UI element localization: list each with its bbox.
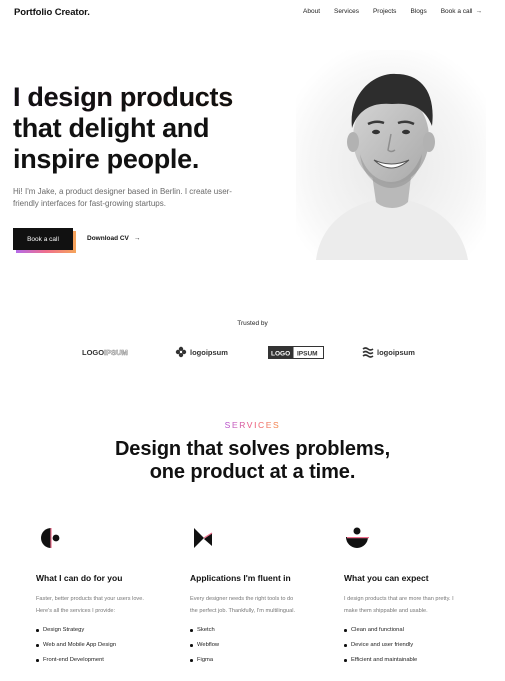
site-logo[interactable]: Portfolio Creator. [14,7,90,18]
nav-book-a-call-label: Book a call [440,8,473,15]
partner-logo-1: LOGO IPSUM [82,342,139,362]
arrow-right-icon: → [133,235,141,242]
service-column-2-text: Every designer needs the right tools to … [190,596,296,614]
list-item: Front-end Development [36,653,176,668]
arrow-right-icon: → [475,8,483,15]
list-item: Sketch [190,623,330,638]
profile-portrait [296,50,486,260]
logoipsum-wordmark-icon: LOGO IPSUM [82,348,128,357]
partner-logo-4-text: logoipsum [377,347,415,357]
service-column-1: What I can do for you Faster, better pro… [36,525,176,668]
svg-text:IPSUM: IPSUM [297,350,318,357]
services-title-line-1: Design that solves problems, [114,438,391,460]
service-column-2: Applications I'm fluent in Every designe… [190,525,330,668]
nav-book-a-call[interactable]: Book a call → [441,8,482,15]
nav-services[interactable]: Services [334,8,359,15]
service-column-3-list: Clean and functional Device and user fri… [344,623,484,668]
service-column-3: What you can expect I design products th… [344,525,484,668]
book-a-call-button-wrap: Book a call [13,228,76,253]
list-item: Web and Mobile App Design [36,638,176,653]
list-item: Efficient and maintainable [344,653,484,668]
service-column-1-heading: What I can do for you [36,573,123,583]
waves-logo-icon [362,347,374,358]
nav-blogs[interactable]: Blogs [410,8,426,15]
services-eyebrow: SERVICES [0,420,505,430]
nav-about[interactable]: About [303,8,320,15]
flower-logo-icon [175,346,187,358]
bowtie-icon [194,528,213,548]
list-item: Design Strategy [36,623,176,638]
partner-logo-2: logoipsum [175,342,228,362]
download-cv-button[interactable]: Download CV → [87,235,140,242]
half-circle-icon [41,528,60,548]
hero-title-line-2: that delight and [13,113,210,143]
service-column-1-list: Design Strategy Web and Mobile App Desig… [36,623,176,668]
boxed-logo-icon: LOGO IPSUM [268,345,324,359]
list-item: Device and user friendly [344,638,484,653]
service-column-2-heading: Applications I'm fluent in [190,573,291,583]
book-a-call-button[interactable]: Book a call [13,228,73,250]
partner-logo-2-text: logoipsum [190,347,228,357]
bowl-icon [346,527,369,548]
trusted-by-label: Trusted by [237,320,268,327]
site-header: Portfolio Creator. About Services Projec… [0,0,505,26]
services-eyebrow-text: SERVICES [224,420,281,430]
list-item: Clean and functional [344,623,484,638]
hero-title: I design products that delight and inspi… [13,82,233,175]
services-title-line-2: one product at a time. [149,461,356,483]
svg-text:IPSUM: IPSUM [104,348,128,357]
list-item: Figma [190,653,330,668]
trusted-logos: LOGO IPSUM logoipsum LOGO IPSUM logoipsu… [0,342,505,362]
hero-subtitle: Hi! I'm Jake, a product designer based i… [13,187,232,208]
main-nav: About Services Projects Blogs Book a cal… [303,8,482,15]
service-column-3-text: I design products that are more than pre… [344,596,454,614]
download-cv-label: Download CV [87,235,129,242]
services-title: Design that solves problems, one product… [0,438,505,484]
nav-projects[interactable]: Projects [373,8,396,15]
service-column-3-heading: What you can expect [344,573,429,583]
hero-title-line-3: inspire people. [13,144,200,174]
svg-text:LOGO: LOGO [271,350,290,357]
partner-logo-3: LOGO IPSUM [268,342,324,362]
service-column-1-text: Faster, better products that your users … [36,596,144,614]
svg-text:LOGO: LOGO [82,348,104,357]
partner-logo-4: logoipsum [362,342,415,362]
list-item: Webflow [190,638,330,653]
hero-title-gradient: I design products [13,82,233,112]
service-column-2-list: Sketch Webflow Figma [190,623,330,668]
